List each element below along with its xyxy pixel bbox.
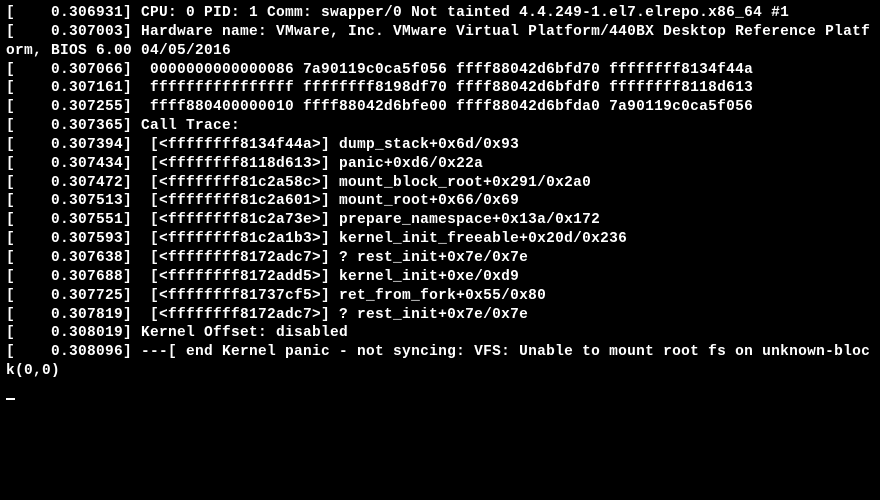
console-line: [ 0.307638] [<ffffffff8172adc7>] ? rest_…: [6, 249, 874, 268]
console-line: [ 0.307513] [<ffffffff81c2a601>] mount_r…: [6, 192, 874, 211]
console-line: [ 0.307725] [<ffffffff81737cf5>] ret_fro…: [6, 287, 874, 306]
console-line: [ 0.307066] 0000000000000086 7a90119c0ca…: [6, 61, 874, 80]
console-line: [ 0.307255] ffff880400000010 ffff88042d6…: [6, 98, 874, 117]
console-line: [ 0.307365] Call Trace:: [6, 117, 874, 136]
console-line: [ 0.307003] Hardware name: VMware, Inc. …: [6, 23, 874, 61]
kernel-panic-console: [ 0.306931] CPU: 0 PID: 1 Comm: swapper/…: [6, 4, 874, 381]
console-line: [ 0.307394] [<ffffffff8134f44a>] dump_st…: [6, 136, 874, 155]
console-line: [ 0.307551] [<ffffffff81c2a73e>] prepare…: [6, 211, 874, 230]
console-line: [ 0.306931] CPU: 0 PID: 1 Comm: swapper/…: [6, 4, 874, 23]
console-line: [ 0.307434] [<ffffffff8118d613>] panic+0…: [6, 155, 874, 174]
text-cursor: [6, 398, 15, 400]
console-line: [ 0.307472] [<ffffffff81c2a58c>] mount_b…: [6, 174, 874, 193]
console-line: [ 0.307688] [<ffffffff8172add5>] kernel_…: [6, 268, 874, 287]
console-line: [ 0.307593] [<ffffffff81c2a1b3>] kernel_…: [6, 230, 874, 249]
console-line: [ 0.308096] ---[ end Kernel panic - not …: [6, 343, 874, 381]
console-line: [ 0.307161] ffffffffffffffff ffffffff819…: [6, 79, 874, 98]
console-line: [ 0.308019] Kernel Offset: disabled: [6, 324, 874, 343]
console-line: [ 0.307819] [<ffffffff8172adc7>] ? rest_…: [6, 306, 874, 325]
